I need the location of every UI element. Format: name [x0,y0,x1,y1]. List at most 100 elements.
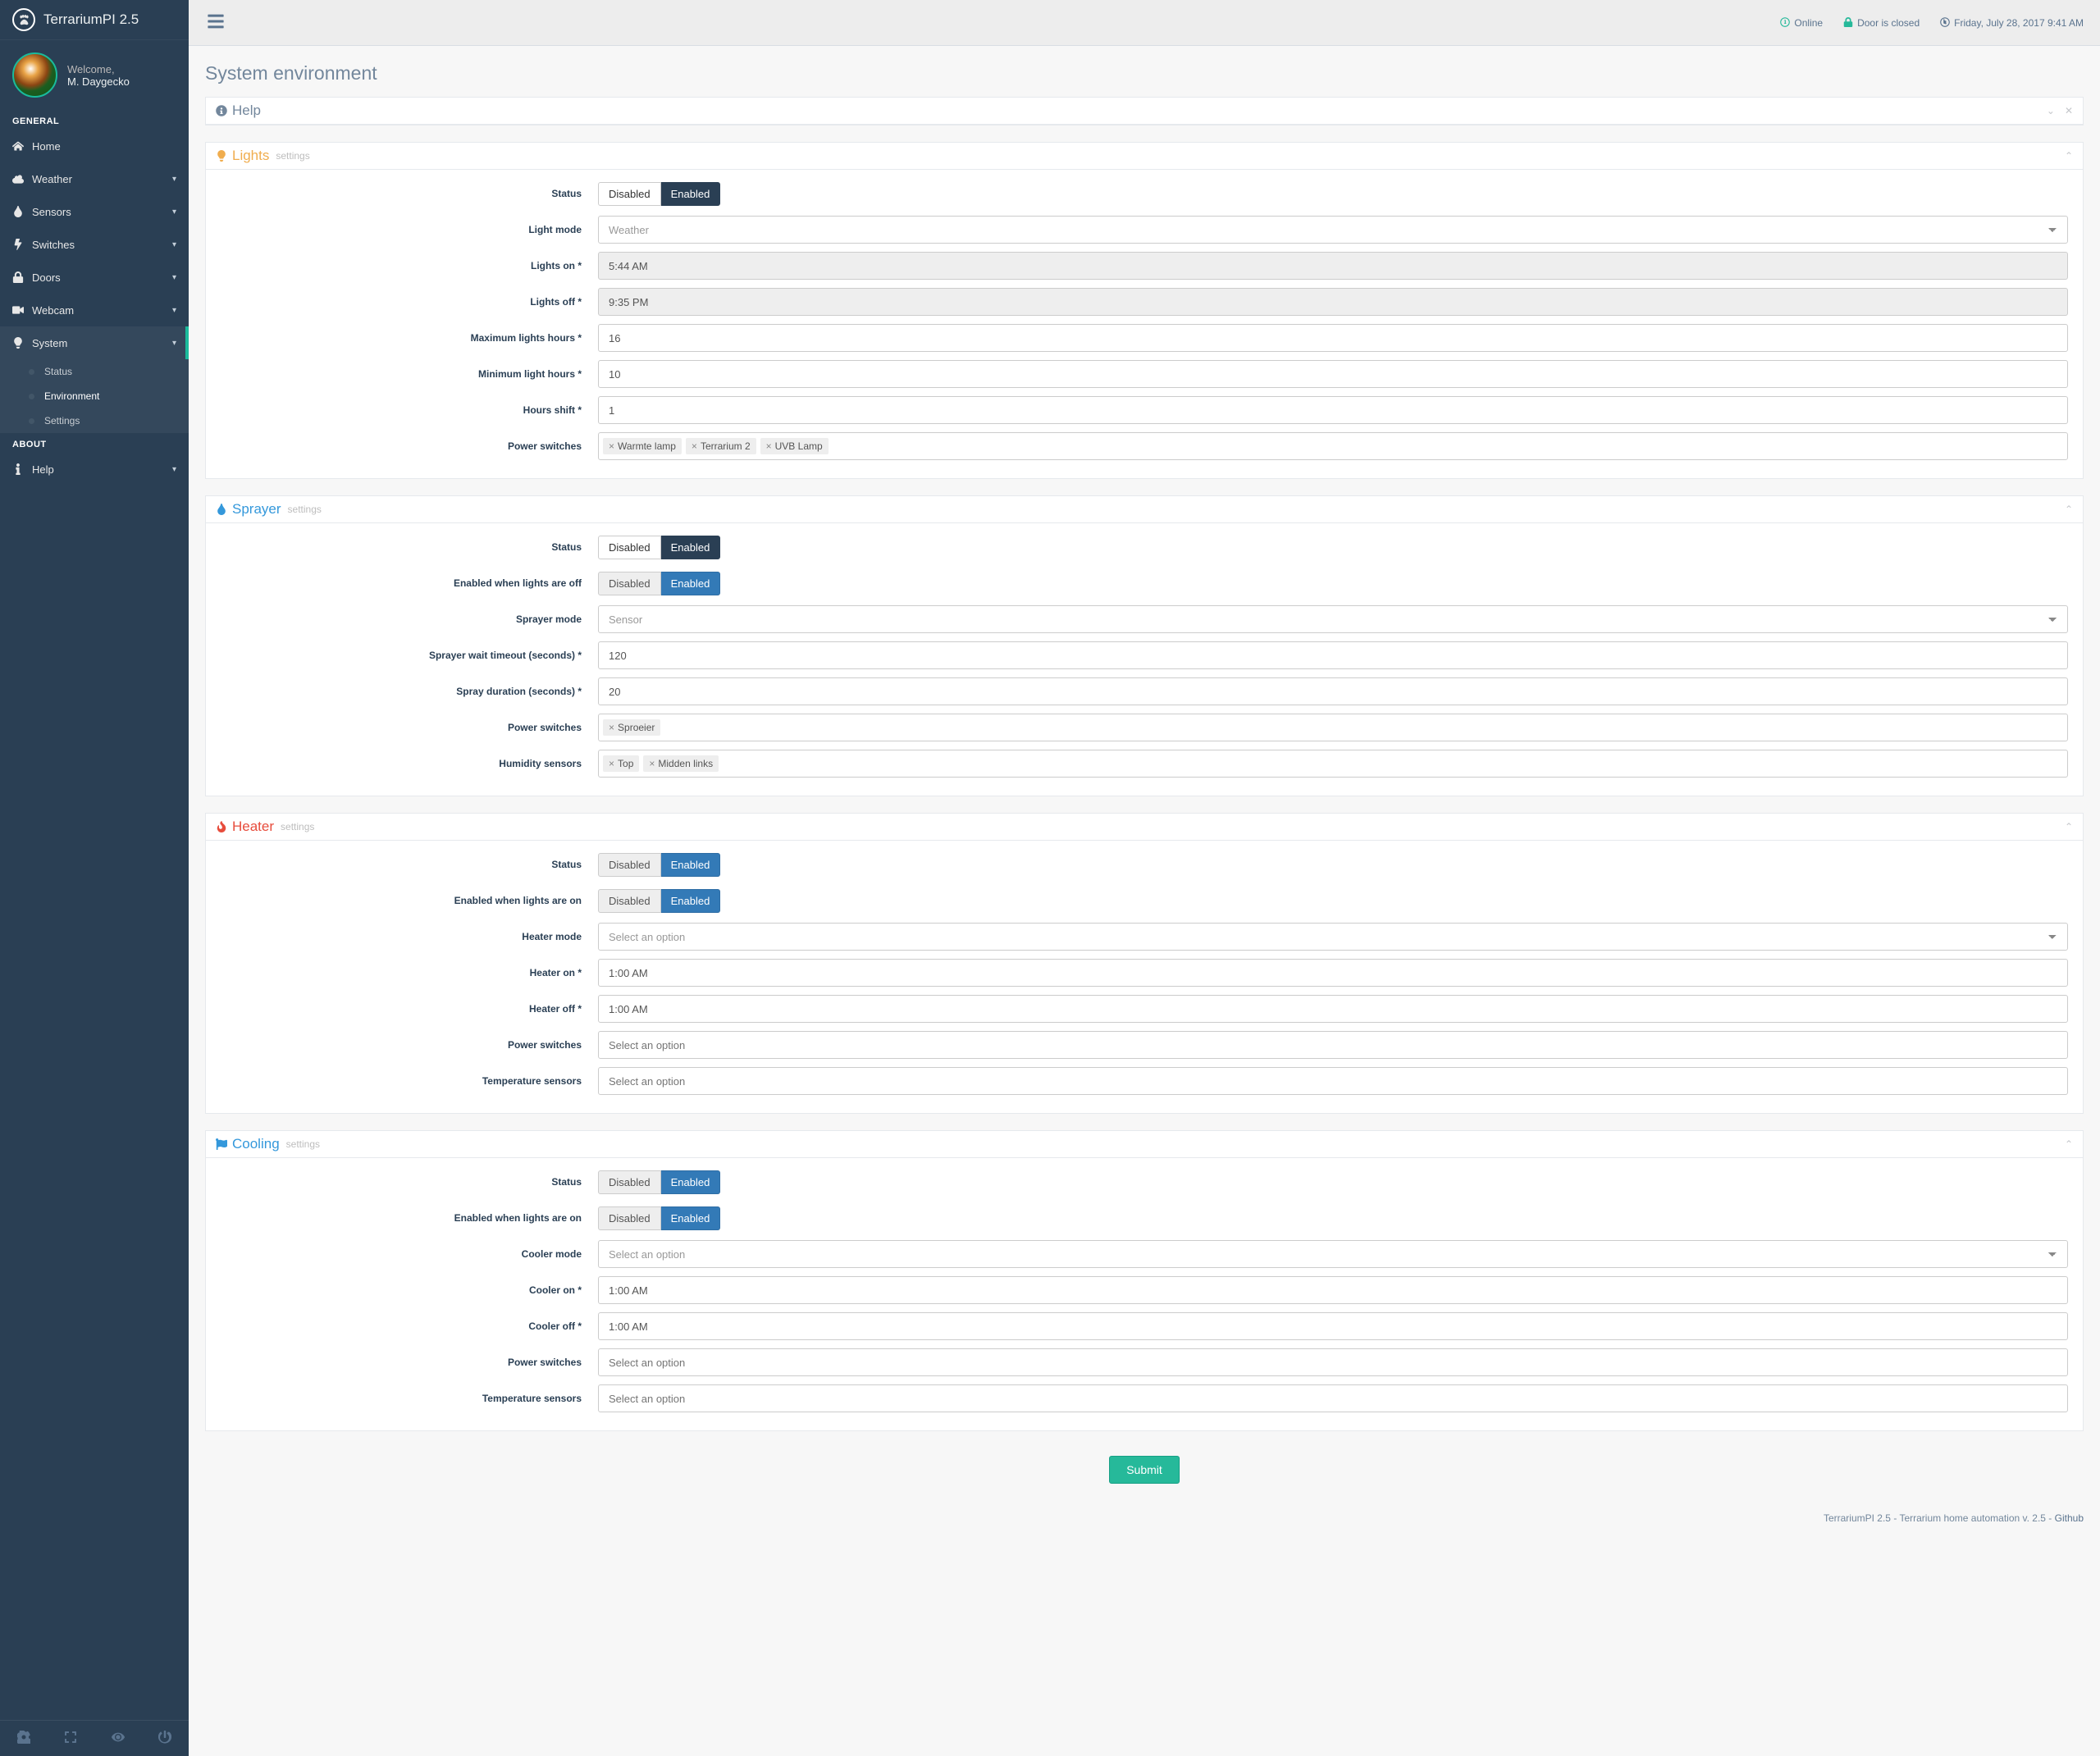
sidebar-item-label: Switches [32,239,172,251]
heater-power-switches-input[interactable] [598,1031,2068,1059]
sprayer-mode-label: Sprayer mode [221,613,598,625]
heater-lights-on-toggle[interactable]: Disabled Enabled [598,889,720,913]
sidebar-item-system[interactable]: System ▾ [0,326,189,359]
heater-status-toggle[interactable]: Disabled Enabled [598,853,720,877]
chevron-up-icon[interactable]: ⌃ [2065,821,2073,832]
profile-name: M. Daygecko [67,75,130,88]
disabled-option[interactable]: Disabled [598,853,661,877]
chevron-down-icon: ▾ [172,306,176,315]
lights-on-label: Lights on * [221,260,598,271]
chevron-up-icon[interactable]: ⌃ [2065,150,2073,162]
sprayer-wait-input[interactable] [598,641,2068,669]
light-mode-label: Light mode [221,224,598,235]
sidebar-item-label: Help [32,463,172,476]
disabled-option[interactable]: Disabled [598,889,661,913]
footer: TerrariumPI 2.5 - Terrarium home automat… [189,1500,2100,1536]
chevron-down-icon: ▾ [172,465,176,474]
cooler-on-label: Cooler on * [221,1284,598,1296]
sidebar-item-help[interactable]: Help ▾ [0,453,189,486]
footer-eye-button[interactable] [94,1721,142,1756]
cooling-lights-on-toggle[interactable]: Disabled Enabled [598,1206,720,1230]
sidebar-item-weather[interactable]: Weather ▾ [0,162,189,195]
tag[interactable]: UVB Lamp [760,438,829,454]
lights-on-input[interactable] [598,252,2068,280]
heater-mode-select[interactable]: Select an option [598,923,2068,951]
cooling-power-switches-input[interactable] [598,1348,2068,1376]
menu-section-about: ABOUT [0,433,189,453]
footer-github-link[interactable]: Github [2055,1512,2084,1524]
submit-button[interactable]: Submit [1109,1456,1180,1484]
disabled-option[interactable]: Disabled [598,1206,661,1230]
tag[interactable]: Midden links [643,755,719,772]
sprayer-lights-off-label: Enabled when lights are off [221,577,598,589]
enabled-option[interactable]: Enabled [661,853,721,877]
max-hours-input[interactable] [598,324,2068,352]
sprayer-duration-input[interactable] [598,677,2068,705]
sprayer-lights-off-toggle[interactable]: Disabled Enabled [598,572,720,595]
lights-status-label: Status [221,188,598,199]
flash-icon [12,238,32,251]
min-hours-input[interactable] [598,360,2068,388]
cooler-mode-select[interactable]: Select an option [598,1240,2068,1268]
collapse-icon[interactable]: ⌄ [2047,105,2055,116]
hours-shift-input[interactable] [598,396,2068,424]
sprayer-status-toggle[interactable]: Disabled Enabled [598,536,720,559]
power-switches-label: Power switches [221,722,598,733]
bulb-icon [216,149,227,162]
status-online-text: Online [1794,17,1823,29]
footer-fullscreen-button[interactable] [48,1721,95,1756]
enabled-option[interactable]: Enabled [661,1206,721,1230]
lights-power-switches-tags[interactable]: Warmte lamp Terrarium 2 UVB Lamp [598,432,2068,460]
settings-subtitle: settings [281,821,314,832]
sprayer-mode-select[interactable]: Sensor [598,605,2068,633]
heater-on-label: Heater on * [221,967,598,978]
cooler-off-input[interactable] [598,1312,2068,1340]
status-datetime-text: Friday, July 28, 2017 9:41 AM [1954,17,2084,29]
cooling-temp-sensors-input[interactable] [598,1384,2068,1412]
min-hours-label: Minimum light hours * [221,368,598,380]
enabled-option[interactable]: Enabled [661,889,721,913]
lights-off-input[interactable] [598,288,2068,316]
bulb-icon [12,336,32,349]
footer-gear-button[interactable] [0,1721,48,1756]
sidebar-item-home[interactable]: Home [0,130,189,162]
heater-title: Heater [232,819,274,835]
sidebar-item-webcam[interactable]: Webcam ▾ [0,294,189,326]
enabled-option[interactable]: Enabled [661,536,721,559]
footer-desc: Terrarium home automation v. 2.5 [1899,1512,2046,1524]
footer-power-button[interactable] [142,1721,189,1756]
sprayer-power-switches-tags[interactable]: Sproeier [598,714,2068,741]
enabled-option[interactable]: Enabled [661,182,721,206]
cooler-on-input[interactable] [598,1276,2068,1304]
chevron-up-icon[interactable]: ⌃ [2065,1138,2073,1150]
disabled-option[interactable]: Disabled [598,536,661,559]
heater-off-input[interactable] [598,995,2068,1023]
tag[interactable]: Terrarium 2 [686,438,756,454]
disabled-option[interactable]: Disabled [598,572,661,595]
disabled-option[interactable]: Disabled [598,1170,661,1194]
disabled-option[interactable]: Disabled [598,182,661,206]
heater-temp-sensors-input[interactable] [598,1067,2068,1095]
light-mode-select[interactable]: Weather [598,216,2068,244]
close-icon[interactable]: ✕ [2065,105,2073,116]
submenu-status[interactable]: Status [0,359,189,384]
tag[interactable]: Sproeier [603,719,660,736]
submenu-environment[interactable]: Environment [0,384,189,408]
sidebar-item-sensors[interactable]: Sensors ▾ [0,195,189,228]
enabled-option[interactable]: Enabled [661,572,721,595]
submenu-settings[interactable]: Settings [0,408,189,433]
heater-on-input[interactable] [598,959,2068,987]
sidebar-item-switches[interactable]: Switches ▾ [0,228,189,261]
cooling-status-toggle[interactable]: Disabled Enabled [598,1170,720,1194]
chevron-up-icon[interactable]: ⌃ [2065,504,2073,515]
humidity-sensors-tags[interactable]: Top Midden links [598,750,2068,778]
sidebar-item-doors[interactable]: Doors ▾ [0,261,189,294]
cooling-title: Cooling [232,1136,280,1152]
menu-toggle-button[interactable] [197,8,235,38]
tint-icon [216,503,227,516]
tag[interactable]: Top [603,755,639,772]
tag[interactable]: Warmte lamp [603,438,682,454]
heater-mode-label: Heater mode [221,931,598,942]
enabled-option[interactable]: Enabled [661,1170,721,1194]
lights-status-toggle[interactable]: Disabled Enabled [598,182,720,206]
